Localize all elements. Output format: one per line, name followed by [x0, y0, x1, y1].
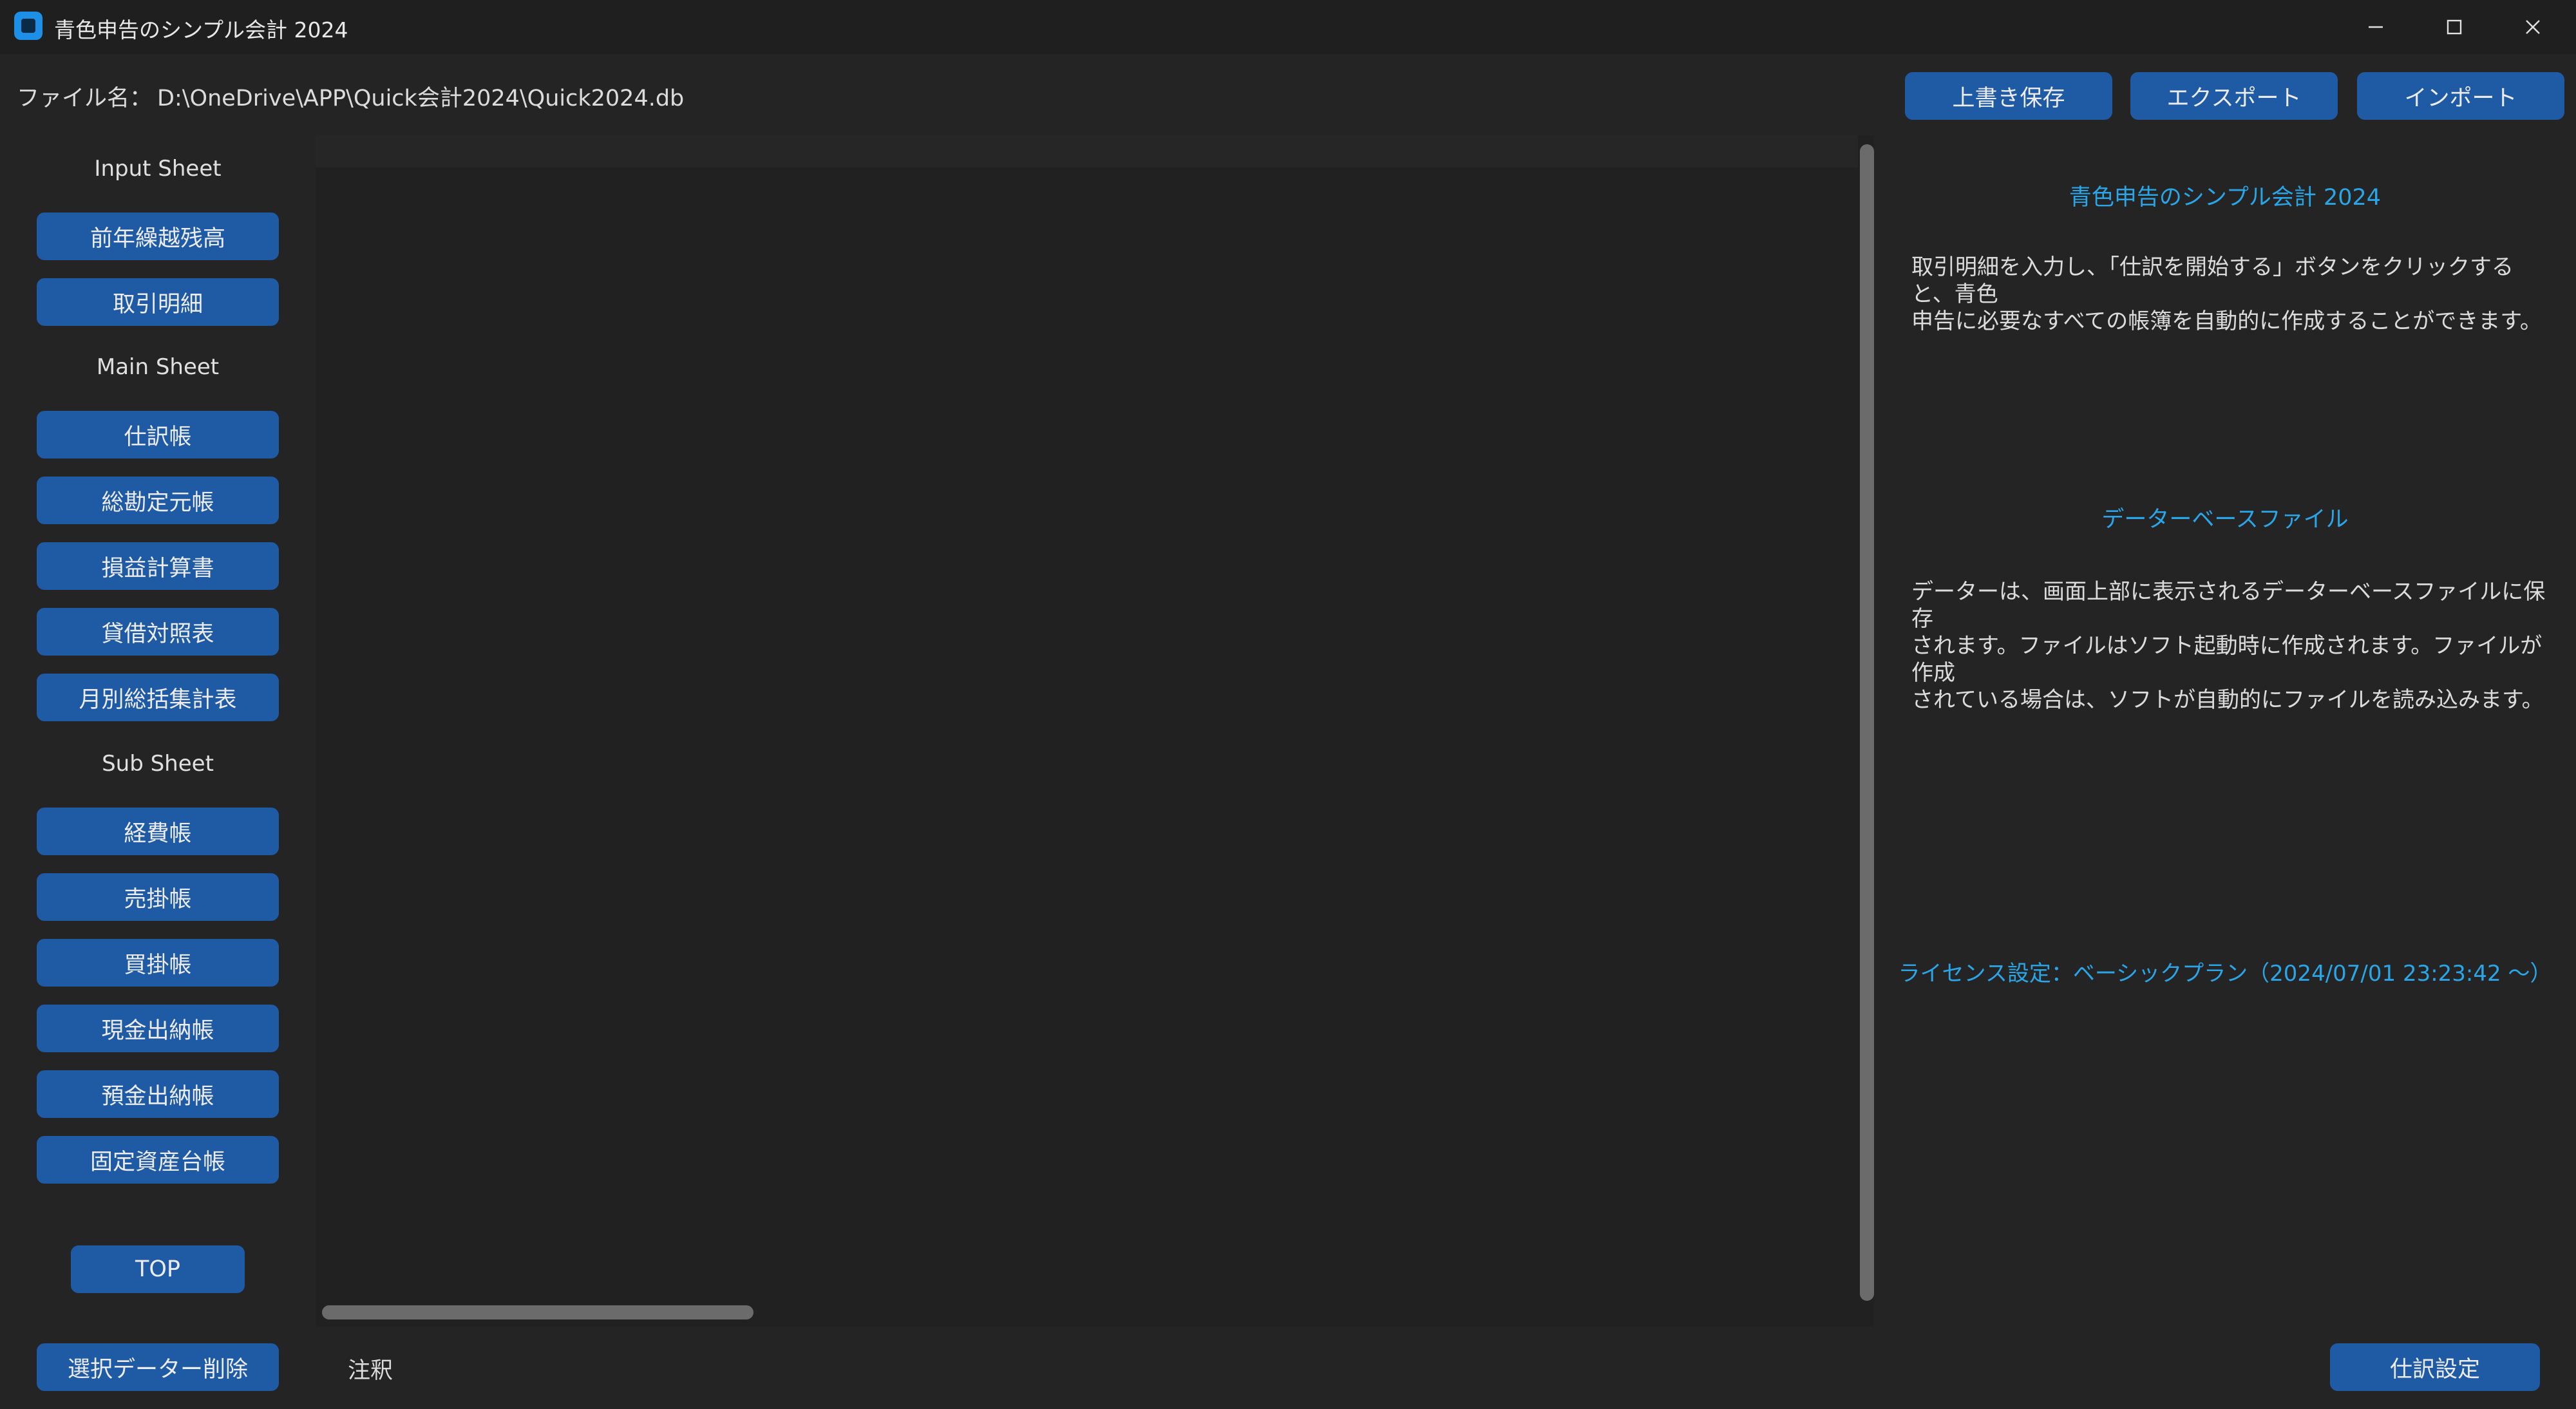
file-path: D:\OneDrive\APP\Quick会計2024\Quick2024.db	[157, 86, 685, 111]
info-panel: 青色申告のシンプル会計 2024 取引明細を入力し、「仕訳を開始する」ボタンをク…	[1874, 135, 2576, 1327]
bottom-bar: 選択データー削除 注釈 仕訳設定	[0, 1327, 2576, 1409]
sidebar-item-previous-balance[interactable]: 前年繰越残高	[37, 213, 279, 260]
info-intro: 取引明細を入力し、「仕訳を開始する」ボタンをクリックすると、青色 申告に必要なす…	[1911, 254, 2555, 335]
input-sheet-heading: Input Sheet	[94, 156, 222, 182]
info-title: 青色申告のシンプル会計 2024	[2069, 185, 2382, 211]
vertical-scrollbar-thumb[interactable]	[1860, 144, 1874, 1301]
sidebar-item-deposit-book[interactable]: 預金出納帳	[37, 1070, 279, 1118]
db-line-1: データーは、画面上部に表示されるデーターベースファイルに保存	[1911, 579, 2546, 632]
sidebar-item-accounts-receivable[interactable]: 売掛帳	[37, 873, 279, 921]
window-title: 青色申告のシンプル会計 2024	[54, 17, 348, 43]
minimize-button[interactable]	[2336, 0, 2415, 54]
info-intro-line-2: 申告に必要なすべての帳簿を自動的に作成することができます。	[1911, 308, 2542, 334]
sidebar-item-transactions[interactable]: 取引明細	[37, 278, 279, 326]
journal-settings-button[interactable]: 仕訳設定	[2330, 1343, 2540, 1391]
minimize-icon	[2369, 26, 2383, 28]
file-name-label: ファイル名：	[17, 86, 153, 111]
sub-sheet-heading: Sub Sheet	[102, 751, 214, 777]
delete-selected-data-button[interactable]: 選択データー削除	[37, 1343, 279, 1391]
import-button[interactable]: インポート	[2357, 72, 2564, 120]
info-intro-line-1: 取引明細を入力し、「仕訳を開始する」ボタンをクリックすると、青色	[1911, 254, 2514, 307]
close-icon	[2526, 20, 2540, 34]
sidebar-item-fixed-assets[interactable]: 固定資産台帳	[37, 1136, 279, 1184]
grid-header	[316, 135, 1858, 167]
sidebar-item-balance-sheet[interactable]: 貸借対照表	[37, 608, 279, 656]
database-file-description: データーは、画面上部に表示されるデーターベースファイルに保存 されます。ファイル…	[1911, 578, 2555, 714]
sidebar-item-general-ledger[interactable]: 総勘定元帳	[37, 477, 279, 524]
note-label: 注釈	[348, 1358, 393, 1384]
sidebar-item-cash-book[interactable]: 現金出納帳	[37, 1005, 279, 1052]
sidebar: Input Sheet 前年繰越残高 取引明細 Main Sheet 仕訳帳 総…	[0, 135, 316, 1327]
sidebar-item-journal[interactable]: 仕訳帳	[37, 411, 279, 459]
export-button[interactable]: エクスポート	[2130, 72, 2338, 120]
maximize-button[interactable]	[2415, 0, 2494, 54]
database-file-title: データーベースファイル	[2101, 507, 2349, 533]
title-bar: 青色申告のシンプル会計 2024	[0, 0, 2576, 54]
overwrite-save-button[interactable]: 上書き保存	[1905, 72, 2112, 120]
horizontal-scrollbar-thumb[interactable]	[322, 1305, 753, 1319]
license-info: ライセンス設定：ベーシックプラン（2024/07/01 23:23:42 ～）	[1898, 961, 2552, 987]
main-sheet-heading: Main Sheet	[96, 354, 220, 380]
sidebar-item-accounts-payable[interactable]: 買掛帳	[37, 939, 279, 987]
top-button[interactable]: TOP	[71, 1245, 245, 1293]
db-line-2: されます。ファイルはソフト起動時に作成されます。ファイルが作成	[1911, 633, 2543, 686]
sidebar-item-income-statement[interactable]: 損益計算書	[37, 542, 279, 590]
maximize-icon	[2447, 19, 2462, 35]
db-line-3: されている場合は、ソフトが自動的にファイルを読み込みます。	[1911, 687, 2544, 713]
sidebar-item-monthly-summary[interactable]: 月別総括集計表	[37, 674, 279, 721]
data-grid[interactable]	[316, 135, 1874, 1327]
close-button[interactable]	[2494, 0, 2572, 54]
app-icon	[14, 12, 43, 40]
sidebar-item-expense-book[interactable]: 経費帳	[37, 808, 279, 855]
